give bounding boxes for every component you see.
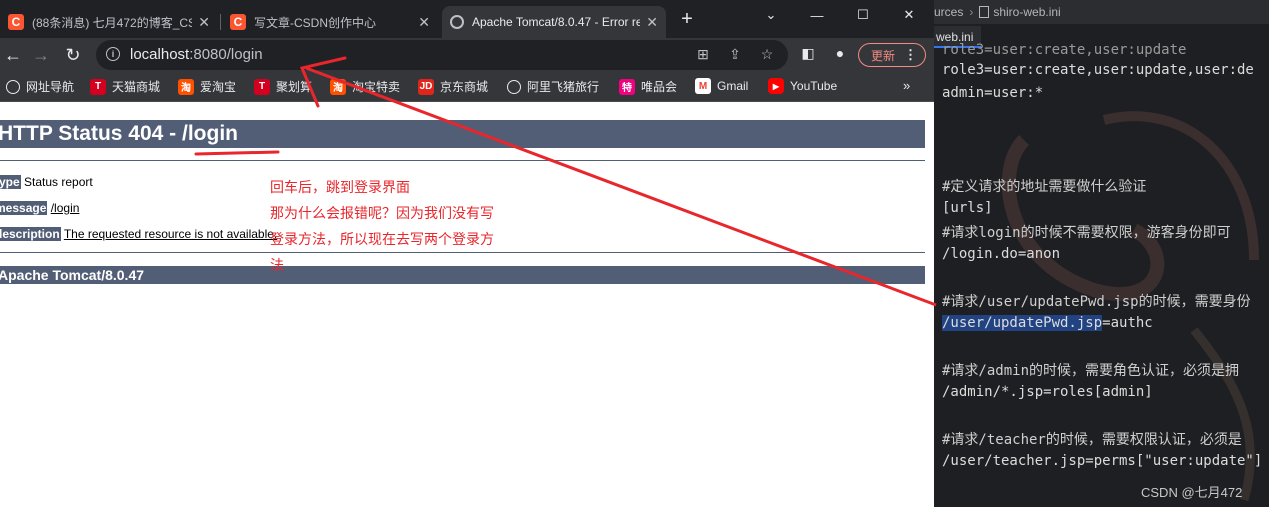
page-content: HTTP Status 404 - /login type Status rep… <box>0 103 934 507</box>
close-window-button[interactable]: ✕ <box>886 0 932 30</box>
side-panel-icon[interactable]: ◧ <box>798 45 818 62</box>
site-info-icon[interactable]: i <box>106 47 120 61</box>
maximize-button[interactable]: ☐ <box>840 0 886 30</box>
taobao-logo-icon: 淘 <box>330 78 346 95</box>
more-bookmarks-icon[interactable]: » <box>903 78 910 93</box>
code-comment: #请求login的时候不需要权限，游客身份即可 <box>942 225 1231 241</box>
bookmarks-bar: 网址导航 T 天猫商城 淘爱淘宝 T 聚划算 淘淘宝特卖 JD 京东商城 阿里飞猪旅行… <box>0 72 934 102</box>
code-line: role3=user:create,user:update <box>942 42 1187 58</box>
page-title: HTTP Status 404 - /login <box>0 120 925 148</box>
code-comment: #请求/admin的时候，需要角色认证，必须是拥 <box>942 363 1239 379</box>
code-line: /user/teacher.jsp=perms["user:update"] <box>942 453 1263 469</box>
taobao-logo-icon: 淘 <box>178 78 194 95</box>
csdn-watermark: CSDN @七月472 <box>1141 485 1243 500</box>
jd-logo-icon: JD <box>418 78 434 95</box>
close-tab-icon[interactable]: ✕ <box>198 14 210 31</box>
code-line: /admin/*.jsp=roles[admin] <box>942 384 1153 400</box>
forward-button[interactable]: → <box>28 42 54 68</box>
bookmark-3[interactable]: T 聚划算 <box>254 78 312 95</box>
vip-logo-icon: 特 <box>619 78 635 95</box>
code-line: /login.do=anon <box>942 246 1061 262</box>
csdn-logo-icon: C <box>230 14 246 30</box>
bookmark-star-icon[interactable]: ☆ <box>758 46 776 63</box>
description-row: description The requested resource is no… <box>0 227 277 241</box>
csdn-logo-icon: C <box>8 14 24 30</box>
tab-strip: C (88条消息) 七月472的博客_CSDN ✕ C 写文章-CSDN创作中心… <box>0 0 934 38</box>
code-line: [urls] <box>942 200 993 216</box>
code-comment: #请求/teacher的时候，需要权限认证，必须是 <box>942 432 1242 448</box>
tab-search-chevron-icon[interactable]: ⌄ <box>748 0 794 30</box>
bookmark-7[interactable]: 特唯品会 <box>619 78 677 95</box>
address-bar[interactable]: i localhost:8080/login ⊞ ⇪ ☆ <box>96 40 788 70</box>
juhuasuan-logo-icon: T <box>254 78 270 95</box>
handwritten-note: 回车后，跳到登录界面 那为什么会报错呢？因为我们没有写 登录方法，所以现在去写两… <box>270 180 494 274</box>
file-icon <box>979 6 990 18</box>
bookmark-4[interactable]: 淘淘宝特卖 <box>330 78 400 95</box>
bookmark-0[interactable]: 网址导航 <box>6 78 74 95</box>
bookmark-2[interactable]: 淘爱淘宝 <box>178 78 236 95</box>
type-row: type Status report <box>0 175 93 189</box>
globe-icon <box>450 15 464 29</box>
code-line: admin=user:* <box>942 85 1044 101</box>
message-row: message /login <box>0 201 79 215</box>
gmail-logo-icon: M <box>695 78 711 94</box>
close-tab-icon[interactable]: ✕ <box>418 14 430 31</box>
divider <box>0 160 925 161</box>
bookmark-6[interactable]: 阿里飞猪旅行 <box>507 78 599 95</box>
globe-icon <box>507 79 521 94</box>
close-tab-icon[interactable]: ✕ <box>646 14 658 31</box>
browser-toolbar: ← → ↻ i localhost:8080/login ⊞ ⇪ ☆ ◧ ● 更… <box>0 38 934 72</box>
reload-button[interactable]: ↻ <box>60 42 86 68</box>
bookmark-5[interactable]: JD 京东商城 <box>418 78 488 95</box>
bookmark-1[interactable]: T 天猫商城 <box>90 78 160 95</box>
bookmark-8[interactable]: M Gmail <box>695 78 748 94</box>
url-text[interactable]: localhost:8080/login <box>130 46 263 63</box>
globe-icon <box>6 79 20 94</box>
code-comment: #定义请求的地址需要做什么验证 <box>942 179 1147 195</box>
code-line: role3=user:create,user:update,user:de <box>942 62 1254 78</box>
code-line-selected: /user/updatePwd.jsp=authc <box>942 315 1153 331</box>
browser-window: C (88条消息) 七月472的博客_CSDN ✕ C 写文章-CSDN创作中心… <box>0 0 934 507</box>
tmall-logo-icon: T <box>90 78 106 95</box>
profile-icon[interactable]: ● <box>830 45 850 61</box>
tab-tomcat-error[interactable]: Apache Tomcat/8.0.47 - Error report ✕ <box>442 6 666 38</box>
minimize-button[interactable]: — <box>794 0 840 30</box>
chevron-right-icon: › <box>969 5 974 19</box>
menu-kebab-icon[interactable]: ⋮ <box>904 47 917 63</box>
new-tab-button[interactable]: + <box>676 8 698 31</box>
tab-csdn-blog[interactable]: C (88条消息) 七月472的博客_CSDN ✕ <box>0 6 218 38</box>
bookmark-9[interactable]: ▶ YouTube <box>768 78 837 94</box>
translate-icon[interactable]: ⊞ <box>694 46 712 63</box>
back-button[interactable]: ← <box>0 42 26 68</box>
tab-divider <box>220 14 221 30</box>
code-editor: urces › shiro-web.ini web.ini role3=user… <box>934 0 1269 507</box>
tab-csdn-write[interactable]: C 写文章-CSDN创作中心 ✕ <box>222 6 438 38</box>
youtube-logo-icon: ▶ <box>768 78 784 94</box>
breadcrumb: urces › shiro-web.ini <box>934 0 1269 24</box>
update-button[interactable]: 更新 ⋮ <box>858 43 926 67</box>
code-comment: #请求/user/updatePwd.jsp的时候，需要身份 <box>942 294 1251 310</box>
share-icon[interactable]: ⇪ <box>726 46 744 63</box>
